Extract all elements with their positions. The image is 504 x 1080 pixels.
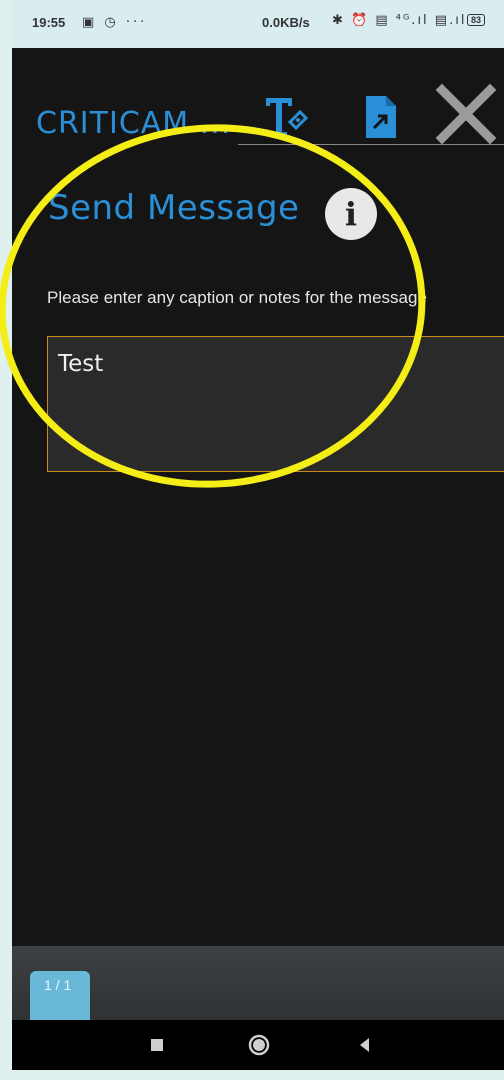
text-annotate-icon[interactable] bbox=[262, 94, 308, 140]
app-header: CRITICAM ... bbox=[12, 48, 504, 148]
prompt-text: Please enter any caption or notes for th… bbox=[47, 288, 427, 307]
dialog-title: Send Message bbox=[48, 188, 300, 228]
notification-icons: ▣ ◷ ··· bbox=[82, 15, 148, 30]
close-icon[interactable] bbox=[430, 78, 502, 150]
app-title-text: CRITICAM ... bbox=[36, 106, 232, 141]
back-button[interactable] bbox=[350, 1030, 380, 1060]
recents-button[interactable] bbox=[142, 1030, 172, 1060]
document-export-icon[interactable] bbox=[360, 94, 400, 140]
home-button[interactable] bbox=[244, 1030, 274, 1060]
signal-icons: ✱ ⏰ ▤ ⁴ᴳ.ıl ▤.ıl bbox=[332, 13, 467, 28]
screen: 19:55 ▣ ◷ ··· 0.0KB/s ✱ ⏰ ▤ ⁴ᴳ.ıl ▤.ıl 8… bbox=[0, 0, 504, 1080]
status-bar: 19:55 ▣ ◷ ··· 0.0KB/s ✱ ⏰ ▤ ⁴ᴳ.ıl ▤.ıl 8… bbox=[12, 0, 504, 48]
left-border bbox=[0, 0, 12, 1080]
info-icon[interactable]: i bbox=[325, 188, 377, 240]
caption-input[interactable] bbox=[47, 336, 504, 472]
bottom-border bbox=[0, 1070, 504, 1080]
battery-icon: 83 bbox=[467, 14, 486, 26]
app-window: CRITICAM ... Send Message i Please enter… bbox=[12, 48, 504, 1027]
header-divider bbox=[238, 144, 504, 145]
network-speed: 0.0KB/s bbox=[262, 15, 310, 30]
page-indicator[interactable]: 1 / 1 bbox=[30, 971, 90, 1027]
system-nav-bar bbox=[12, 1020, 504, 1070]
status-time: 19:55 bbox=[32, 15, 66, 30]
app-title: CRITICAM ... bbox=[36, 106, 231, 141]
